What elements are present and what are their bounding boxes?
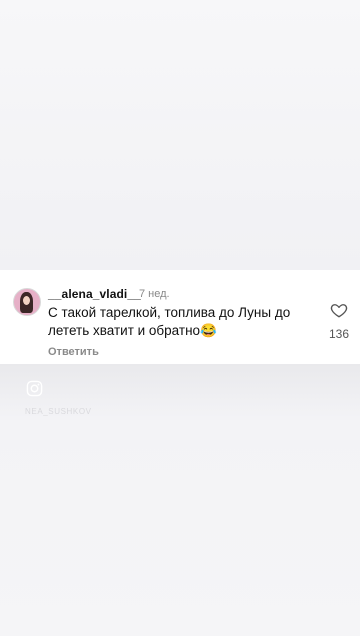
comment-username[interactable]: __alena_vladi__: [48, 287, 141, 301]
like-count: 136: [329, 327, 350, 341]
video-top-area: [0, 0, 360, 270]
instagram-icon: [26, 380, 43, 397]
avatar[interactable]: [13, 288, 41, 316]
watermark-username: NEA_SUSHKOV: [25, 407, 92, 416]
video-frame: __alena_vladi__ 7 нед. С такой тарелкой,…: [0, 0, 360, 636]
comment-text: С такой тарелкой, топлива до Луны до лет…: [48, 305, 291, 338]
comment-timestamp: 7 нед.: [139, 288, 170, 300]
comment-card: __alena_vladi__ 7 нед. С такой тарелкой,…: [0, 270, 360, 364]
video-bottom-area: [0, 364, 360, 636]
heart-icon[interactable]: [330, 301, 348, 319]
reply-button[interactable]: Ответить: [48, 346, 99, 358]
